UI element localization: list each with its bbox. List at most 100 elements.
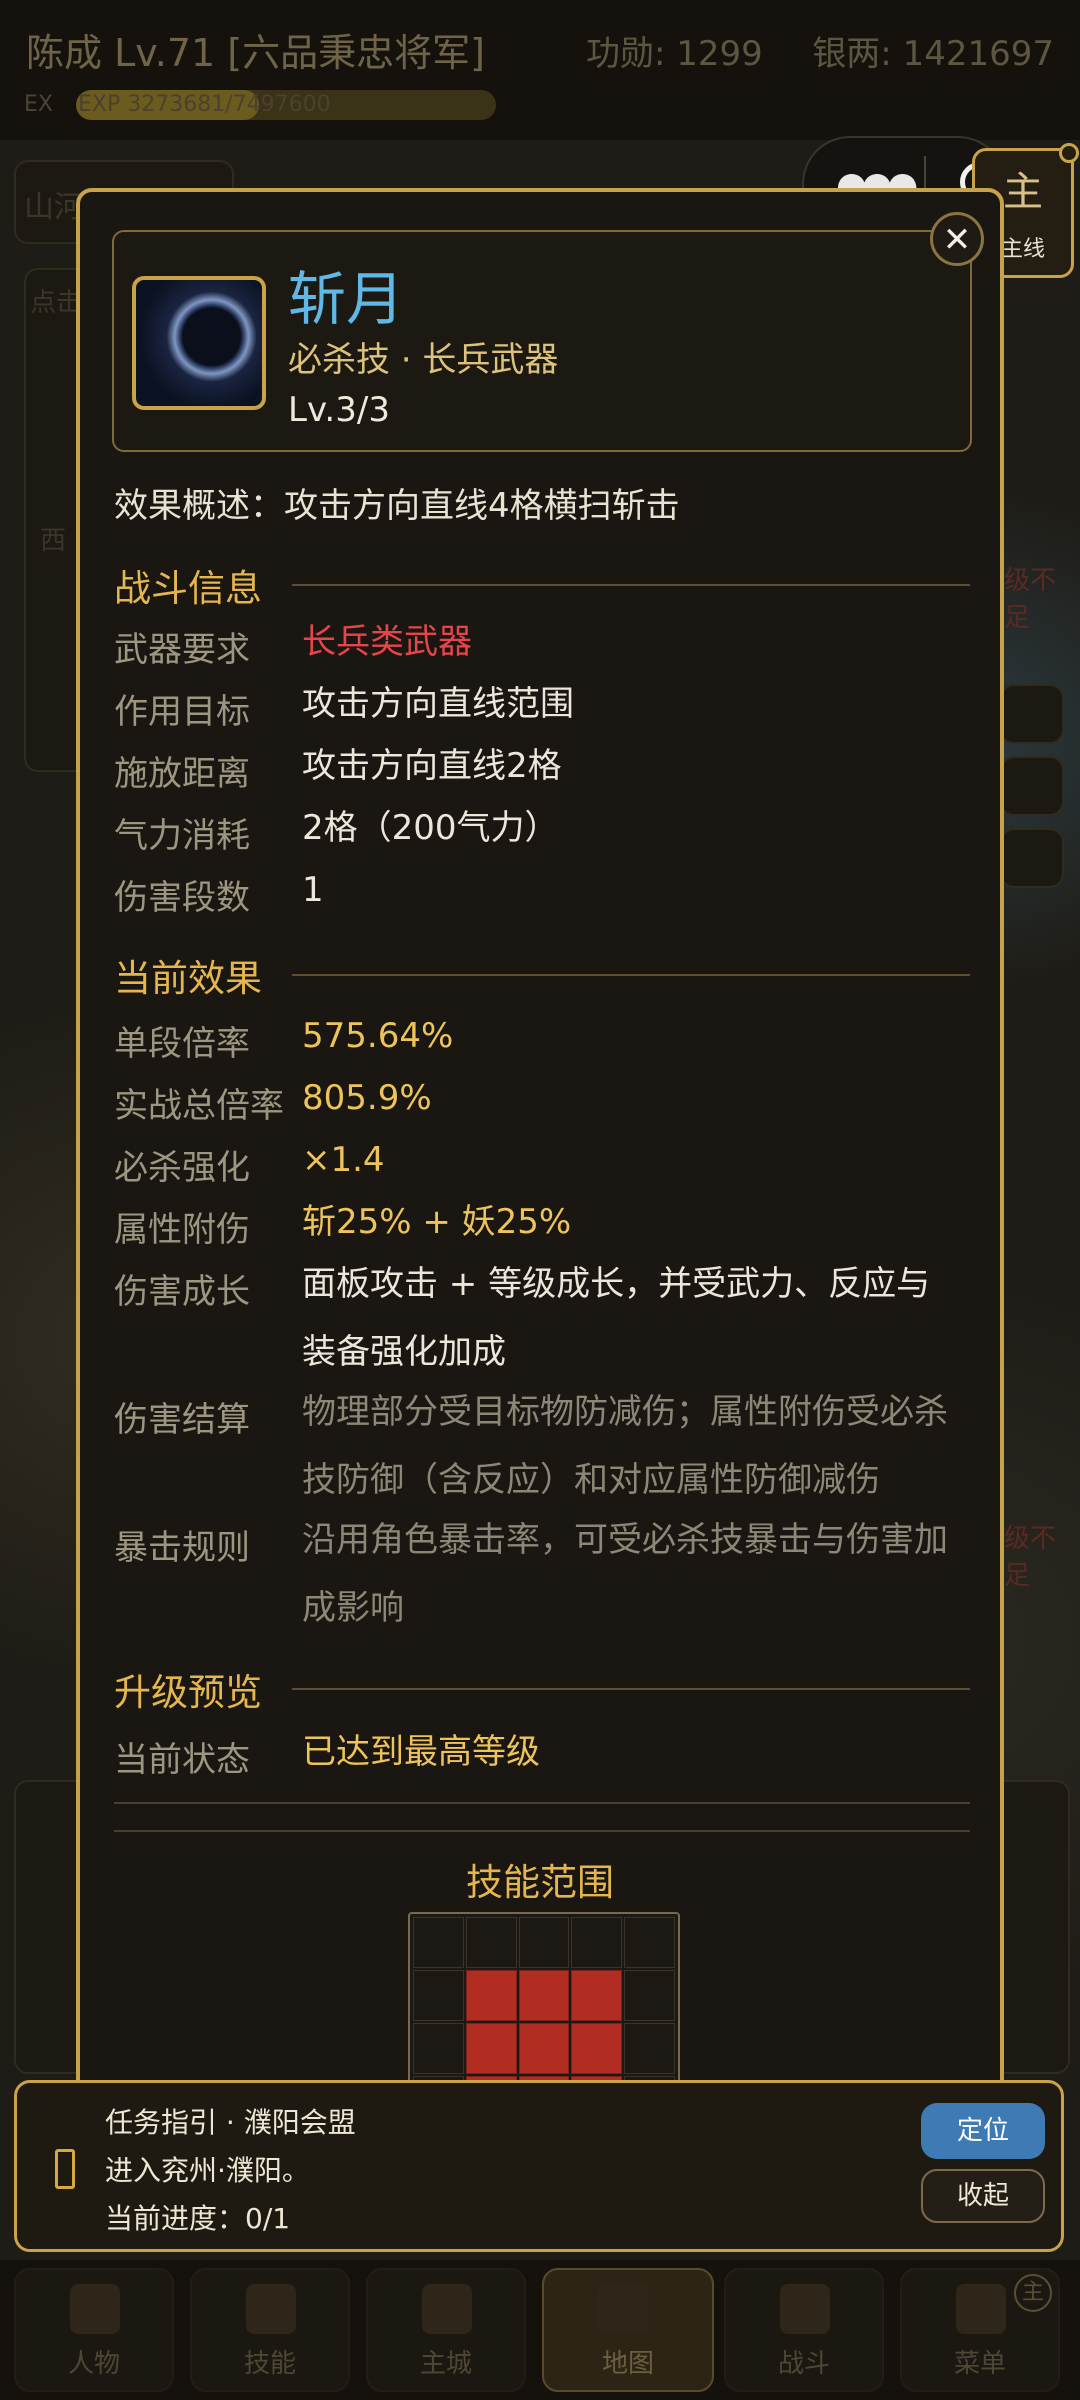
- row-value: 805.9%: [302, 1078, 432, 1118]
- section-divider: [292, 584, 970, 586]
- nav-item-map[interactable]: 地图: [542, 2268, 714, 2392]
- map-side-button[interactable]: [1000, 684, 1064, 744]
- skill-range-title: 技能范围: [466, 1861, 614, 1904]
- range-cell: [413, 2023, 464, 2074]
- row-value: 斩25% + 妖25%: [302, 1202, 572, 1242]
- row-value: 攻击方向直线2格: [302, 746, 562, 786]
- task-progress: 当前进度：0/1: [105, 2202, 291, 2235]
- bottom-nav: 人物 技能 主城 地图 战斗 菜单 主: [0, 2260, 1080, 2400]
- range-cell: [624, 1917, 675, 1968]
- task-title: 任务指引 · 濮阳会盟: [105, 2106, 356, 2139]
- section-current-effect: 当前效果: [114, 948, 970, 1000]
- range-cell: [465, 1917, 517, 1968]
- section-divider: [292, 1688, 970, 1690]
- section-title: 升级预览: [114, 1671, 262, 1714]
- skill-type: 必杀技 · 长兵武器: [288, 340, 559, 380]
- collapse-button[interactable]: 收起: [921, 2169, 1045, 2223]
- character-icon: [70, 2284, 120, 2334]
- notification-dot: [1059, 143, 1079, 163]
- status-bar: 陈成 Lv.71 [六品秉忠将军] 功勋: 1299 银两: 1421697 E…: [0, 0, 1080, 140]
- nav-label: 人物: [67, 2349, 120, 2379]
- skill-name: 斩月: [288, 265, 405, 333]
- section-battle-info: 战斗信息: [114, 558, 970, 610]
- map-level-warning: 级不足: [1004, 1524, 1057, 1591]
- map-icon: [598, 2284, 648, 2334]
- map-level-warning: 级不足: [1004, 566, 1057, 633]
- row-label: 作用目标: [114, 692, 250, 732]
- nav-label: 菜单: [953, 2349, 1006, 2379]
- row-label: 伤害段数: [114, 878, 250, 918]
- row-value: 已达到最高等级: [302, 1732, 540, 1772]
- row-value: 物理部分受目标物防减伤；属性附伤受必杀技防御（含反应）和对应属性防御减伤: [302, 1392, 948, 1500]
- nav-item-character[interactable]: 人物: [14, 2268, 174, 2392]
- city-icon: [422, 2284, 472, 2334]
- task-description: 进入兖州·濮阳。: [105, 2154, 310, 2187]
- range-cell: [624, 2023, 675, 2074]
- range-cell: [571, 1917, 623, 1968]
- menu-icon: [956, 2284, 1006, 2334]
- task-guide-panel: 任务指引 · 濮阳会盟 进入兖州·濮阳。 当前进度：0/1 定位 收起: [14, 2080, 1064, 2252]
- nav-item-menu[interactable]: 菜单 主: [900, 2268, 1060, 2392]
- nav-item-skills[interactable]: 技能: [190, 2268, 350, 2392]
- silver-value: 银两: 1421697: [812, 34, 1054, 74]
- exp-bar: EXP 3273681/7497600: [76, 90, 496, 120]
- nav-item-battle[interactable]: 战斗: [724, 2268, 884, 2392]
- row-value: 575.64%: [302, 1016, 454, 1056]
- range-cell: [413, 1917, 464, 1968]
- nav-item-city[interactable]: 主城: [366, 2268, 526, 2392]
- row-label: 单段倍率: [114, 1024, 250, 1064]
- row-label: 当前状态: [114, 1740, 250, 1780]
- row-value: 攻击方向直线范围: [302, 684, 574, 724]
- range-cell-hit: [518, 2023, 570, 2074]
- row-label: 伤害结算: [114, 1400, 250, 1440]
- map-side-button[interactable]: [1000, 828, 1064, 888]
- nav-label: 战斗: [777, 2349, 830, 2379]
- map-side-label: 点击: [30, 288, 83, 318]
- row-label: 属性附伤: [114, 1210, 250, 1250]
- map-pin-label: 西: [40, 526, 67, 556]
- ex-label: EX: [24, 92, 53, 117]
- row-value: ×1.4: [302, 1140, 385, 1180]
- nav-label: 技能: [243, 2349, 296, 2379]
- skill-range-grid: [408, 1912, 680, 2104]
- range-cell-hit: [465, 1970, 517, 2021]
- range-cell-hit: [465, 2023, 517, 2074]
- exp-text: EXP 3273681/7497600: [78, 92, 331, 117]
- row-value: 沿用角色暴击率，可受必杀技暴击与伤害加成影响: [302, 1520, 948, 1628]
- skill-crescent-icon: [132, 276, 266, 410]
- range-cell-hit: [518, 1970, 570, 2021]
- row-label: 暴击规则: [114, 1528, 250, 1568]
- merit-value: 功勋: 1299: [586, 34, 763, 74]
- nav-label: 主城: [419, 2349, 472, 2379]
- section-title: 战斗信息: [114, 567, 262, 610]
- menu-badge: 主: [1014, 2274, 1052, 2312]
- divider: [114, 1830, 970, 1832]
- range-cell-hit: [571, 1970, 623, 2021]
- range-cell-hit: [571, 2023, 623, 2074]
- row-label: 施放距离: [114, 754, 250, 794]
- row-value: 2格（200气力）: [302, 808, 559, 848]
- skill-level: Lv.3/3: [288, 390, 390, 430]
- divider: [114, 1802, 970, 1804]
- row-label: 武器要求: [114, 630, 250, 670]
- row-value: 面板攻击 + 等级成长，并受武力、反应与装备强化加成: [302, 1264, 931, 1372]
- close-icon[interactable]: ✕: [930, 212, 984, 266]
- player-title: 陈成 Lv.71 [六品秉忠将军]: [26, 31, 485, 75]
- section-title: 当前效果: [114, 957, 262, 1000]
- row-label: 实战总倍率: [114, 1086, 284, 1126]
- scroll-icon: [55, 2149, 75, 2189]
- row-label: 必杀强化: [114, 1148, 250, 1188]
- skill-header: 斩月 必杀技 · 长兵武器 Lv.3/3: [112, 230, 972, 452]
- nav-label: 地图: [601, 2349, 654, 2379]
- map-side-button[interactable]: [1000, 756, 1064, 816]
- range-cell: [518, 1917, 570, 1968]
- range-cell: [624, 1970, 675, 2021]
- skill-detail-modal: 斩月 必杀技 · 长兵武器 Lv.3/3 效果概述：攻击方向直线4格横扫斩击 战…: [76, 188, 1004, 2108]
- skill-scroll-icon: [246, 2284, 296, 2334]
- locate-button[interactable]: 定位: [921, 2103, 1045, 2159]
- range-cell: [413, 1970, 464, 2021]
- row-value: 1: [302, 870, 324, 910]
- section-upgrade-preview: 升级预览: [114, 1662, 970, 1714]
- effect-summary: 效果概述：攻击方向直线4格横扫斩击: [114, 486, 680, 526]
- section-divider: [292, 974, 970, 976]
